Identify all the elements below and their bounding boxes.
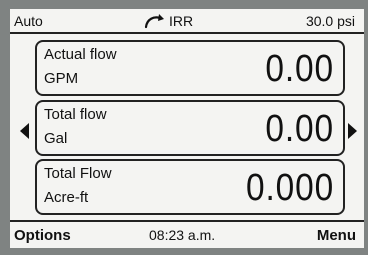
clock-time: 08:23 a.m. (149, 227, 216, 243)
card-label: Actual flow (44, 46, 117, 63)
card-label: Total flow (44, 106, 107, 123)
status-mode: Auto (14, 13, 43, 29)
status-irr-indicator: IRR (143, 13, 193, 29)
card-unit: Gal (44, 130, 68, 147)
card-total-flow-gal[interactable]: Total flow Gal 0.00 (35, 100, 345, 156)
status-pressure: 30.0 psi (305, 13, 355, 29)
menu-button[interactable]: Menu (317, 227, 356, 244)
card-unit: GPM (44, 70, 79, 87)
options-button[interactable]: Options (14, 227, 71, 244)
card-actual-flow[interactable]: Actual flow GPM 0.00 (35, 40, 345, 96)
card-label: Total Flow (44, 165, 112, 182)
card-value: 0.00 (265, 48, 334, 90)
card-total-flow-acre-ft[interactable]: Total Flow Acre-ft 0.000 (35, 159, 345, 215)
control-panel-display: Auto IRR 30.0 psi Actual flow GPM 0.00 T… (10, 9, 364, 248)
left-arrow-icon[interactable] (20, 123, 29, 139)
curved-arrow-icon (144, 14, 164, 29)
card-value: 0.000 (245, 167, 334, 209)
card-unit: Acre-ft (44, 189, 89, 206)
status-bar: Auto IRR 30.0 psi (10, 9, 364, 34)
card-value: 0.00 (265, 108, 334, 150)
status-irr: IRR (169, 13, 194, 29)
right-arrow-icon[interactable] (348, 123, 357, 139)
footer-bar: Options 08:23 a.m. Menu (10, 220, 364, 248)
